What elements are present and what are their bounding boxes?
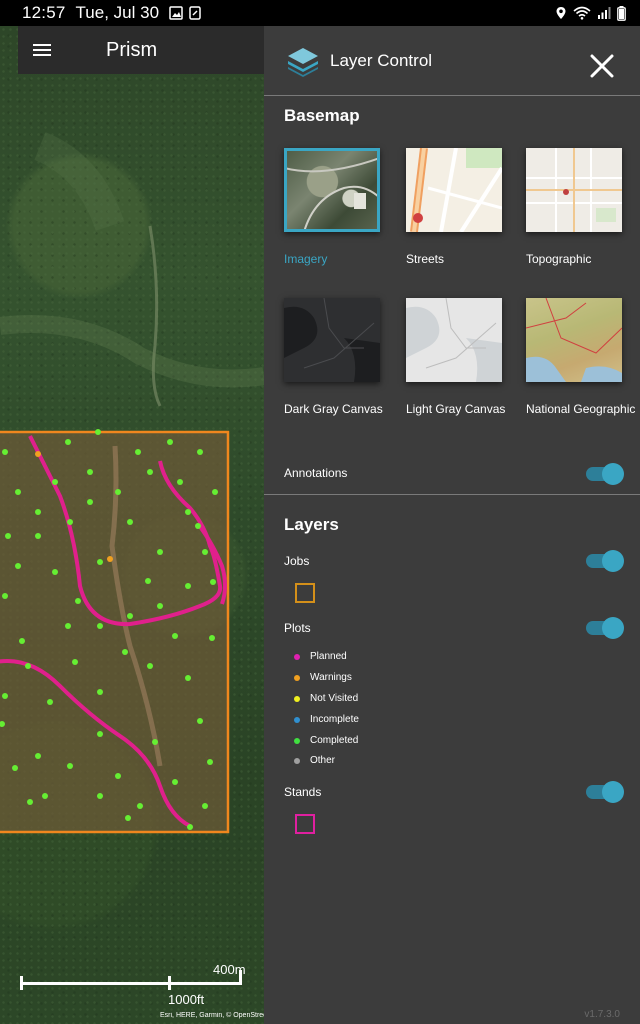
layer-control-panel: Layer Control Basemap Imagery Streets To… xyxy=(264,26,640,1024)
basemap-national-geographic[interactable]: National Geographic xyxy=(526,298,640,416)
basemap-streets-thumbnail xyxy=(406,148,502,232)
stands-toggle[interactable] xyxy=(586,781,624,803)
layers-section-title: Layers xyxy=(284,515,339,534)
status-bar: 12:57 Tue, Jul 30 xyxy=(0,0,640,26)
plots-toggle[interactable] xyxy=(586,617,624,639)
gallery-icon xyxy=(169,6,183,20)
basemap-section-title: Basemap xyxy=(284,106,360,125)
legend-dot xyxy=(294,757,300,764)
basemap-imagery[interactable]: Imagery xyxy=(284,148,404,266)
map-view[interactable] xyxy=(0,26,264,1024)
app-title: Prism xyxy=(106,38,158,61)
basemap-dark-gray-thumbnail xyxy=(284,298,380,382)
scale-imperial-label: 1000ft xyxy=(168,992,205,1007)
status-time: 12:57 xyxy=(22,3,66,22)
legend-dot xyxy=(294,716,300,723)
scale-bar: 400m 1000ft xyxy=(18,962,246,1012)
battery-icon xyxy=(617,5,626,21)
panel-header: Layer Control xyxy=(264,26,640,96)
location-icon xyxy=(556,7,566,19)
map-overlay xyxy=(0,132,264,834)
map-attribution[interactable]: Esri, HERE, Garmin, © OpenStreetMap xyxy=(160,1012,264,1019)
legend-planned: Planned xyxy=(294,651,347,662)
basemap-dark-gray-label: Dark Gray Canvas xyxy=(284,402,383,416)
jobs-toggle[interactable] xyxy=(586,550,624,572)
panel-title: Layer Control xyxy=(330,50,433,70)
legend-other: Other xyxy=(294,755,335,766)
legend-not-visited: Not Visited xyxy=(294,693,358,704)
basemap-light-gray-label: Light Gray Canvas xyxy=(406,402,506,416)
legend-incomplete: Incomplete xyxy=(294,714,359,725)
basemap-imagery-thumbnail xyxy=(284,148,380,232)
basemap-topographic-thumbnail xyxy=(526,148,622,232)
basemap-topographic[interactable]: Topographic xyxy=(526,148,640,266)
basemap-light-gray-thumbnail xyxy=(406,298,502,382)
basemap-natgeo-label: National Geographic xyxy=(526,402,636,416)
basemap-streets-label: Streets xyxy=(406,252,445,266)
screenshot-icon xyxy=(189,6,201,20)
app-bar: Prism xyxy=(18,26,264,74)
basemap-streets[interactable]: Streets xyxy=(406,148,526,266)
plots-label: Plots xyxy=(284,621,311,635)
legend-dot xyxy=(294,695,300,702)
layers-icon xyxy=(288,47,318,77)
app-version: v1.7.3.0 xyxy=(584,1009,620,1020)
basemap-imagery-label: Imagery xyxy=(284,252,328,266)
basemap-dark-gray-canvas[interactable]: Dark Gray Canvas xyxy=(284,298,404,416)
close-icon[interactable] xyxy=(590,54,614,78)
annotations-label: Annotations xyxy=(284,466,348,480)
menu-button[interactable] xyxy=(18,26,66,74)
annotations-toggle[interactable] xyxy=(586,463,624,485)
status-date: Tue, Jul 30 xyxy=(75,3,160,22)
basemap-topographic-label: Topographic xyxy=(526,252,592,266)
legend-warnings: Warnings xyxy=(294,672,352,683)
jobs-label: Jobs xyxy=(284,554,310,568)
jobs-swatch xyxy=(295,583,315,603)
legend-completed: Completed xyxy=(294,735,358,746)
legend-dot xyxy=(294,674,300,681)
basemap-natgeo-thumbnail xyxy=(526,298,622,382)
legend-dot xyxy=(294,737,300,744)
stands-label: Stands xyxy=(284,785,322,799)
legend-dot xyxy=(294,653,300,660)
signal-icon xyxy=(598,7,611,19)
menu-icon xyxy=(33,44,51,56)
section-divider xyxy=(264,494,640,495)
wifi-icon xyxy=(573,6,591,20)
basemap-light-gray-canvas[interactable]: Light Gray Canvas xyxy=(406,298,526,416)
stands-swatch xyxy=(295,814,315,834)
